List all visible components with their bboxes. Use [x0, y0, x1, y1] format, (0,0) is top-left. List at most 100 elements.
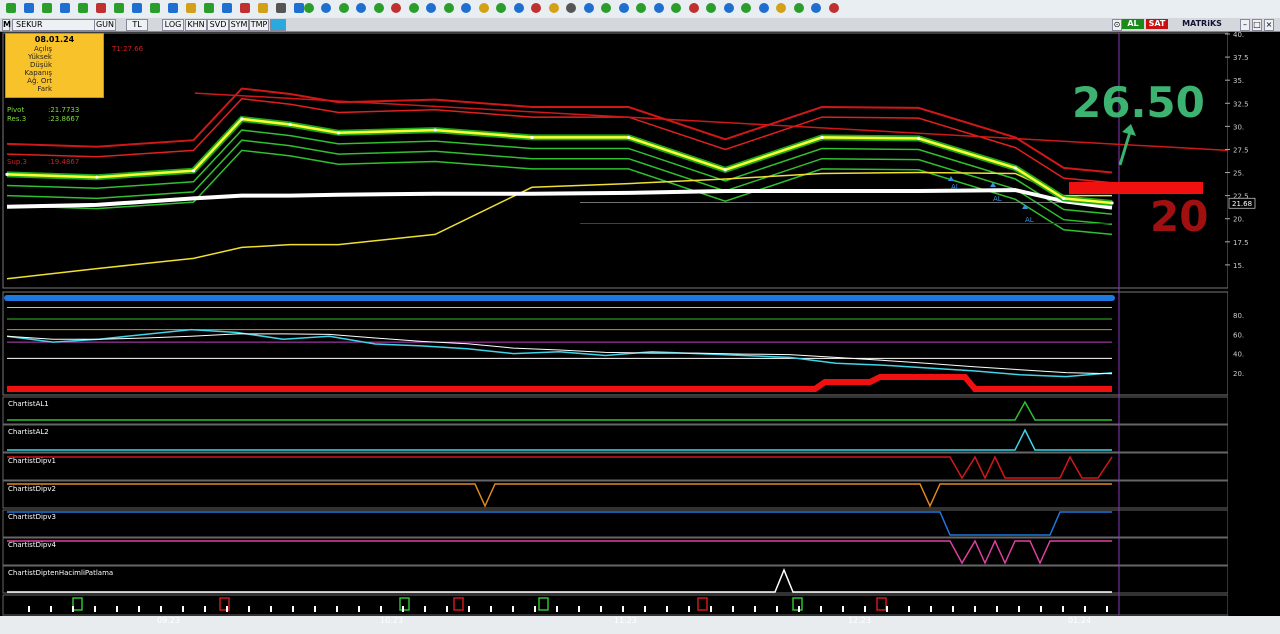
target-arrow: [1118, 131, 1132, 166]
volume-tick: [116, 606, 118, 612]
indicator-line: [7, 455, 1113, 480]
volume-tick: [402, 606, 404, 612]
x-tick-label: 09.23: [157, 616, 180, 625]
indicator-panel-border: [2, 424, 1229, 453]
pivot-value: :21.7733: [48, 106, 80, 114]
x-tick-label: 11.23: [614, 616, 637, 625]
support-annotation: 20: [1150, 192, 1209, 241]
signal-marker: [72, 597, 83, 611]
bottom-panel-border: [2, 594, 1229, 616]
info-row-open: Açılış: [34, 45, 52, 53]
volume-tick: [512, 606, 514, 612]
y-tick-label: 37.5: [1233, 54, 1249, 62]
volume-tick: [820, 606, 822, 612]
rsi-average-line: [6, 333, 1113, 375]
price-point: [191, 169, 196, 173]
volume-tick: [446, 606, 448, 612]
info-date: 08.01.24: [34, 35, 75, 44]
main-panel-border: [2, 32, 1229, 289]
res3-value: :23.8667: [48, 115, 80, 123]
volume-tick: [732, 606, 734, 612]
price-point: [288, 122, 292, 127]
volume-tick: [138, 606, 140, 612]
indicator-panel-border: [2, 480, 1229, 509]
res3-label: Res.3: [7, 115, 27, 123]
indicator-line: [7, 428, 1112, 451]
band-line: [6, 139, 1113, 226]
sup3-value: :19.4867: [48, 158, 80, 166]
panel-label-al1: ChartistAL1: [8, 400, 49, 408]
indicator-line: [7, 483, 1112, 508]
y-tick-label: 27.5: [1233, 146, 1249, 154]
volume-tick: [908, 606, 910, 612]
signal-marker: [399, 597, 410, 611]
volume-tick: [248, 606, 250, 612]
y-tick-label: 15.: [1233, 262, 1244, 270]
volume-tick: [1040, 606, 1042, 612]
series-slow-average: [6, 171, 1112, 280]
indicator-panel-border: [2, 509, 1229, 538]
info-row-low: Düşük: [30, 61, 52, 69]
signal-marker: [876, 597, 887, 611]
y-tick-label: 20.: [1233, 216, 1244, 224]
volume-tick: [556, 606, 558, 612]
x-tick-label: 12.23: [848, 616, 871, 625]
rsi-tick-label: 80.: [1233, 312, 1244, 320]
info-row-avg: Ağ. Ort: [27, 77, 52, 85]
volume-tick: [292, 606, 294, 612]
price-point: [530, 135, 534, 140]
volume-tick: [710, 606, 712, 612]
panel-label-dipv1: ChartistDipv1: [8, 457, 56, 465]
rsi-tick-label: 60.: [1233, 331, 1244, 339]
signal-marker: [453, 597, 464, 611]
price-point: [723, 168, 727, 172]
volume-tick: [864, 606, 866, 612]
x-tick-label: 01.24: [1068, 616, 1091, 625]
panel-label-dipv2: ChartistDipv2: [8, 485, 56, 493]
volume-tick: [974, 606, 976, 612]
rsi-tick-label: 40.: [1233, 351, 1244, 359]
indicator-line: [7, 568, 1112, 593]
price-point: [1013, 166, 1017, 170]
y-tick-label: 32.5: [1233, 100, 1249, 108]
signal-marker: [697, 597, 708, 611]
panel-label-patlama: ChartistDiptenHacimliPatlama: [8, 569, 114, 577]
price-point: [1110, 201, 1114, 205]
al-signal-1: AL: [951, 183, 960, 191]
volume-tick: [842, 606, 844, 612]
price-point: [336, 131, 341, 135]
indicator-line: [7, 511, 1112, 536]
volume-tick: [666, 606, 668, 612]
t1-label: T1:27.66: [112, 45, 144, 53]
volume-tick: [94, 606, 96, 612]
volume-tick: [160, 606, 162, 612]
al-signal-3: AL: [1025, 216, 1034, 224]
indicator-panel-border: [2, 537, 1229, 566]
volume-tick: [754, 606, 756, 612]
volume-tick: [50, 606, 52, 612]
volume-tick: [644, 606, 646, 612]
info-row-close: Kapanış: [24, 69, 52, 77]
ohlc-info-box: 08.01.24 Açılış Yüksek Düşük Kapanış Ağ.…: [5, 33, 104, 98]
y-tick-label: 25.: [1233, 170, 1244, 178]
sup3-label: Sup.3: [7, 158, 28, 166]
volume-tick: [468, 606, 470, 612]
price-point: [820, 135, 824, 140]
price-point: [5, 172, 9, 176]
y-tick-label: 35.: [1233, 77, 1244, 85]
x-tick-label: 10.23: [380, 616, 403, 625]
volume-tick: [688, 606, 690, 612]
volume-tick: [204, 606, 206, 612]
signal-marker: [538, 597, 549, 611]
indicator-line: [7, 539, 1112, 565]
volume-tick: [1084, 606, 1086, 612]
volume-tick: [600, 606, 602, 612]
chart-app: M SEKUR GUN TL LOG KHN SVD SYM TMP ⊙ AL …: [0, 0, 1280, 634]
volume-tick: [622, 606, 624, 612]
volume-tick: [1018, 606, 1020, 612]
volume-tick: [776, 606, 778, 612]
pivot-label: Pivot: [7, 106, 25, 114]
price-point: [1062, 196, 1066, 201]
volume-tick: [996, 606, 998, 612]
volume-tick: [182, 606, 184, 612]
